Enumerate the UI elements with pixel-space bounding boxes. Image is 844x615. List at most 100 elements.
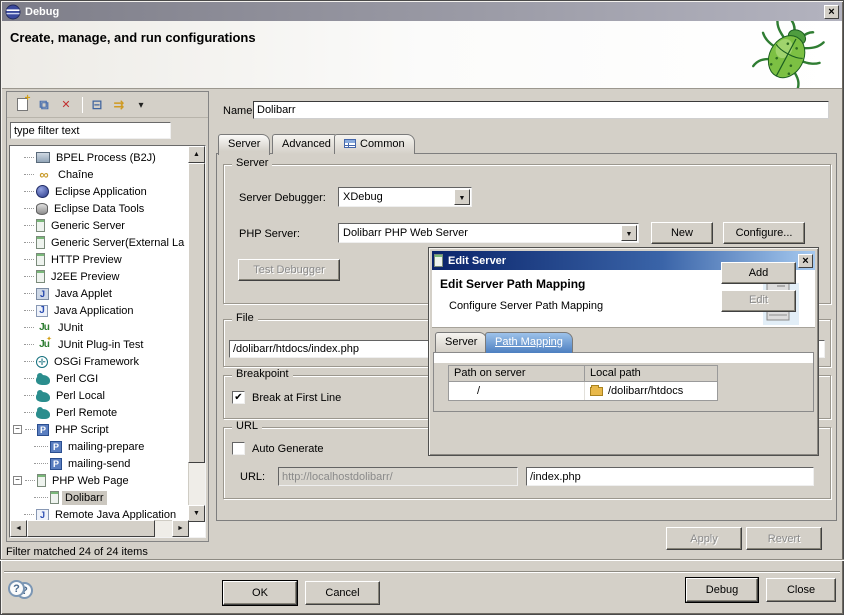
generic-server-icon [36, 219, 45, 232]
tree-item-perl-remote[interactable]: Perl Remote [10, 404, 188, 421]
tree-vertical-scrollbar[interactable] [188, 146, 205, 522]
eclipse-application-icon [36, 185, 49, 198]
chevron-down-icon [138, 99, 143, 111]
tree-item-java-application[interactable]: Java Application [10, 302, 188, 319]
tree-item-mailing-send[interactable]: mailing-send [10, 455, 188, 472]
tree-item-chaine[interactable]: Chaîne [10, 166, 188, 183]
name-label: Name: [223, 105, 255, 117]
dialog-heading: Edit Server Path Mapping [440, 277, 585, 291]
eclipse-logo-icon [5, 4, 21, 20]
file-group-legend: File [232, 312, 258, 324]
tree-item-junit[interactable]: JUnit [10, 319, 188, 336]
url-label: URL: [240, 471, 265, 483]
tree-item-eclipse-application[interactable]: Eclipse Application [10, 183, 188, 200]
table-row[interactable]: / /dolibarr/htdocs [449, 382, 717, 400]
tab-advanced[interactable]: Advanced [272, 134, 341, 154]
generic-server-icon [36, 253, 45, 266]
perl-icon [36, 409, 50, 419]
server-debugger-combo[interactable]: XDebug [338, 187, 472, 207]
configure-button[interactable]: Configure... [723, 222, 805, 244]
dialog-close-button[interactable] [798, 254, 813, 268]
type-filter-input[interactable] [10, 122, 171, 139]
generic-server-icon [36, 236, 45, 249]
edit-server-dialog: Edit Server Edit Server Path Mapping Con… [428, 247, 819, 456]
debug-bug-icon [748, 21, 828, 88]
add-button[interactable]: Add [721, 262, 796, 284]
scroll-right-icon[interactable] [172, 520, 189, 537]
perl-icon [36, 375, 50, 385]
osgi-icon [36, 356, 48, 368]
tree-item-generic-server-external[interactable]: Generic Server(External La [10, 234, 188, 251]
tree-item-j2ee-preview[interactable]: J2EE Preview [10, 268, 188, 285]
auto-generate-checkbox[interactable] [232, 442, 245, 455]
new-configuration-button[interactable] [12, 95, 32, 115]
tab-server[interactable]: Server [218, 134, 270, 155]
window-titlebar[interactable]: Debug [2, 2, 842, 21]
column-local-path[interactable]: Local path [585, 366, 717, 382]
tree-item-osgi-framework[interactable]: OSGi Framework [10, 353, 188, 370]
tree-item-junit-plugin-test[interactable]: JUnit Plug-in Test [10, 336, 188, 353]
filter-button[interactable] [109, 95, 129, 115]
dialog-subheading: Configure Server Path Mapping [449, 300, 603, 312]
combo-arrow-button[interactable] [454, 189, 470, 205]
delete-icon [61, 98, 70, 111]
ok-button[interactable]: OK [223, 581, 297, 605]
tree-item-dolibarr[interactable]: Dolibarr [10, 489, 188, 506]
url-path-input[interactable] [526, 467, 814, 486]
tree-item-php-script[interactable]: PHP Script [10, 421, 188, 438]
column-path-on-server[interactable]: Path on server [449, 366, 585, 382]
dialog-tab-server[interactable]: Server [435, 332, 487, 352]
revert-button[interactable]: Revert [746, 527, 822, 550]
local-path-cell: /dolibarr/htdocs [585, 382, 717, 400]
window-close-button[interactable] [824, 5, 839, 19]
tree-item-bpel-process[interactable]: BPEL Process (B2J) [10, 149, 188, 166]
close-button[interactable]: Close [766, 578, 836, 602]
toolbar-menu-button[interactable] [131, 95, 151, 115]
scroll-left-icon[interactable] [10, 520, 27, 537]
chain-icon [36, 168, 52, 182]
debug-button[interactable]: Debug [686, 578, 758, 602]
cancel-button[interactable]: Cancel [305, 581, 380, 605]
footer-separator [0, 559, 844, 561]
tree-horizontal-scrollbar[interactable] [10, 520, 189, 537]
dialog-tab-path-mapping[interactable]: Path Mapping [485, 332, 573, 353]
tree-item-perl-local[interactable]: Perl Local [10, 387, 188, 404]
tree-item-http-preview[interactable]: HTTP Preview [10, 251, 188, 268]
scroll-up-icon[interactable] [188, 146, 205, 163]
collapse-expander-icon[interactable] [13, 476, 22, 485]
table-empty-row [434, 353, 813, 363]
apply-button[interactable]: Apply [666, 527, 742, 550]
tab-common[interactable]: Common [334, 134, 415, 154]
horizontal-scroll-thumb[interactable] [27, 520, 155, 537]
name-input[interactable] [253, 101, 829, 119]
new-server-button[interactable]: New [651, 222, 713, 244]
path-mapping-table[interactable]: Path on server Local path / /dolibarr/ht… [448, 365, 718, 401]
server-group-legend: Server [232, 157, 272, 169]
debug-window: Debug Create, manage, and run configurat… [0, 0, 844, 615]
test-debugger-button[interactable]: Test Debugger [238, 259, 340, 281]
configuration-tree: BPEL Process (B2J) Chaîne Eclipse Applic… [9, 145, 206, 538]
tree-item-eclipse-data-tools[interactable]: Eclipse Data Tools [10, 200, 188, 217]
filter-icon [114, 97, 125, 113]
duplicate-configuration-button[interactable] [34, 95, 54, 115]
collapse-expander-icon[interactable] [13, 425, 22, 434]
tree-item-php-web-page[interactable]: PHP Web Page [10, 472, 188, 489]
bpel-process-icon [36, 152, 50, 163]
combo-arrow-button[interactable] [621, 225, 637, 241]
help-icon[interactable] [8, 580, 25, 597]
edit-button[interactable]: Edit [721, 290, 796, 312]
scroll-down-icon[interactable] [188, 505, 205, 522]
break-at-first-line-checkbox[interactable] [232, 391, 245, 404]
php-file-icon [50, 441, 62, 453]
tree-item-java-applet[interactable]: Java Applet [10, 285, 188, 302]
tree-item-mailing-prepare[interactable]: mailing-prepare [10, 438, 188, 455]
tree-item-generic-server[interactable]: Generic Server [10, 217, 188, 234]
tree-item-perl-cgi[interactable]: Perl CGI [10, 370, 188, 387]
url-group-legend: URL [232, 420, 262, 432]
vertical-scroll-thumb[interactable] [188, 163, 205, 463]
delete-configuration-button[interactable] [56, 95, 76, 115]
collapse-all-button[interactable] [87, 95, 107, 115]
toolbar-separator [82, 97, 83, 113]
folder-icon [590, 387, 603, 396]
php-server-combo[interactable]: Dolibarr PHP Web Server [338, 223, 639, 243]
